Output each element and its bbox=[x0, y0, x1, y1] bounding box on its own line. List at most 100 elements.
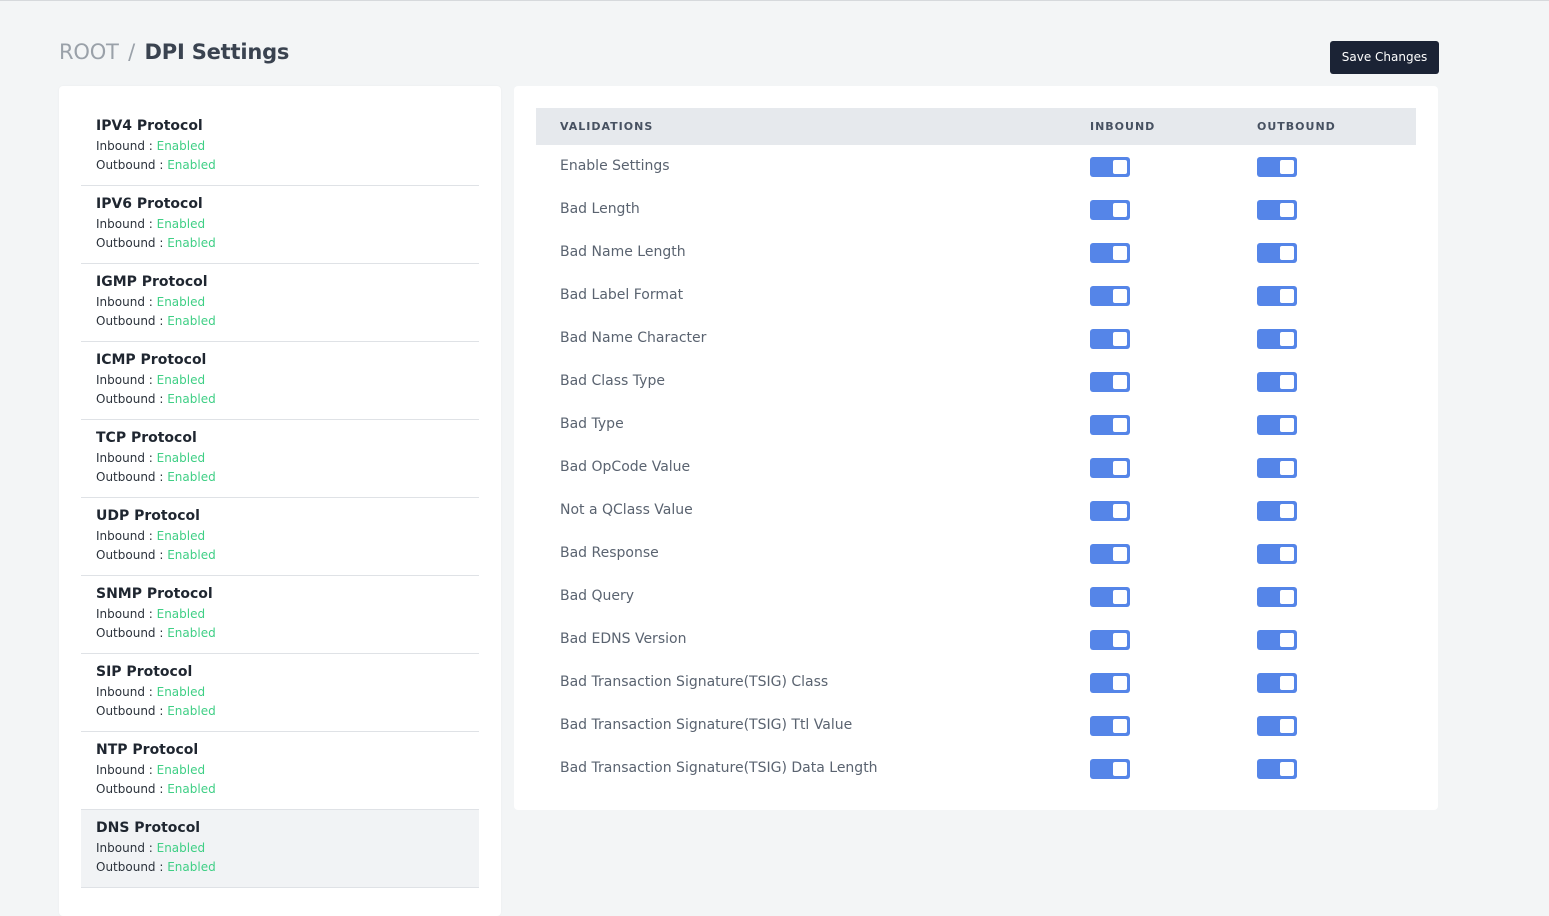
inbound-label: Inbound bbox=[96, 295, 145, 309]
protocol-list: IPV4 Protocol Inbound : Enabled Outbound :… bbox=[81, 108, 479, 888]
protocol-item[interactable]: IGMP Protocol Inbound : Enabled Outbound :… bbox=[81, 264, 479, 342]
protocol-name: IGMP Protocol bbox=[96, 274, 208, 290]
validation-label: Bad OpCode Value bbox=[560, 459, 691, 475]
label-colon: : bbox=[155, 626, 168, 640]
protocol-item[interactable]: SNMP Protocol Inbound : Enabled Outbound :… bbox=[81, 576, 479, 654]
protocol-name: ICMP Protocol bbox=[96, 352, 207, 368]
toggle-knob bbox=[1113, 633, 1127, 647]
outbound-status: Enabled bbox=[167, 704, 216, 718]
protocol-outbound-line: Outbound : Enabled bbox=[96, 390, 479, 409]
outbound-toggle[interactable] bbox=[1257, 673, 1297, 693]
toggle-knob bbox=[1113, 289, 1127, 303]
inbound-status: Enabled bbox=[156, 139, 206, 153]
toggle-knob bbox=[1280, 762, 1294, 776]
outbound-toggle[interactable] bbox=[1257, 544, 1297, 564]
inbound-toggle[interactable] bbox=[1090, 501, 1130, 521]
inbound-label: Inbound bbox=[96, 451, 145, 465]
label-colon: : bbox=[144, 451, 157, 465]
validation-row: Bad Name Length bbox=[536, 231, 1416, 274]
inbound-toggle[interactable] bbox=[1090, 759, 1130, 779]
toggle-knob bbox=[1113, 375, 1127, 389]
outbound-toggle[interactable] bbox=[1257, 716, 1297, 736]
toggle-knob bbox=[1113, 418, 1127, 432]
protocol-name: IPV6 Protocol bbox=[96, 196, 203, 212]
label-colon: : bbox=[144, 607, 157, 621]
protocol-outbound-line: Outbound : Enabled bbox=[96, 780, 479, 799]
label-colon: : bbox=[144, 217, 157, 231]
inbound-toggle[interactable] bbox=[1090, 286, 1130, 306]
inbound-toggle[interactable] bbox=[1090, 458, 1130, 478]
outbound-toggle[interactable] bbox=[1257, 243, 1297, 263]
protocol-item[interactable]: TCP Protocol Inbound : Enabled Outbound : … bbox=[81, 420, 479, 498]
toggle-knob bbox=[1280, 203, 1294, 217]
outbound-toggle[interactable] bbox=[1257, 372, 1297, 392]
protocol-outbound-line: Outbound : Enabled bbox=[96, 156, 479, 175]
outbound-toggle[interactable] bbox=[1257, 286, 1297, 306]
inbound-toggle[interactable] bbox=[1090, 415, 1130, 435]
validation-label: Bad Response bbox=[560, 545, 659, 561]
outbound-status: Enabled bbox=[167, 548, 216, 562]
column-header-outbound: OUTBOUND bbox=[1257, 120, 1336, 133]
inbound-toggle[interactable] bbox=[1090, 329, 1130, 349]
inbound-toggle[interactable] bbox=[1090, 587, 1130, 607]
inbound-status: Enabled bbox=[156, 607, 206, 621]
protocol-outbound-line: Outbound : Enabled bbox=[96, 468, 479, 487]
outbound-toggle[interactable] bbox=[1257, 415, 1297, 435]
label-colon: : bbox=[155, 470, 168, 484]
outbound-toggle[interactable] bbox=[1257, 501, 1297, 521]
breadcrumb: ROOT / DPI Settings bbox=[59, 38, 289, 66]
label-colon: : bbox=[155, 236, 168, 250]
top-divider bbox=[0, 0, 1549, 1]
validation-row: Bad Query bbox=[536, 575, 1416, 618]
inbound-toggle[interactable] bbox=[1090, 716, 1130, 736]
outbound-toggle[interactable] bbox=[1257, 759, 1297, 779]
validation-label: Bad Name Character bbox=[560, 330, 707, 346]
validation-row: Bad Response bbox=[536, 532, 1416, 575]
inbound-toggle[interactable] bbox=[1090, 673, 1130, 693]
outbound-status: Enabled bbox=[167, 470, 216, 484]
protocol-item[interactable]: IPV4 Protocol Inbound : Enabled Outbound :… bbox=[81, 108, 479, 186]
inbound-toggle[interactable] bbox=[1090, 157, 1130, 177]
protocol-item[interactable]: SIP Protocol Inbound : Enabled Outbound : … bbox=[81, 654, 479, 732]
toggle-knob bbox=[1280, 418, 1294, 432]
protocol-name: SIP Protocol bbox=[96, 664, 193, 680]
protocol-item[interactable]: DNS Protocol Inbound : Enabled Outbound : … bbox=[81, 810, 479, 888]
protocol-item[interactable]: NTP Protocol Inbound : Enabled Outbound : … bbox=[81, 732, 479, 810]
inbound-toggle[interactable] bbox=[1090, 243, 1130, 263]
label-colon: : bbox=[144, 529, 157, 543]
outbound-toggle[interactable] bbox=[1257, 587, 1297, 607]
protocol-item[interactable]: UDP Protocol Inbound : Enabled Outbound : … bbox=[81, 498, 479, 576]
toggle-knob bbox=[1113, 719, 1127, 733]
inbound-toggle[interactable] bbox=[1090, 544, 1130, 564]
validation-row: Bad Type bbox=[536, 403, 1416, 446]
inbound-label: Inbound bbox=[96, 529, 145, 543]
validation-label: Bad Transaction Signature(TSIG) Class bbox=[560, 674, 829, 690]
protocol-panel: IPV4 Protocol Inbound : Enabled Outbound :… bbox=[59, 86, 501, 916]
inbound-toggle[interactable] bbox=[1090, 200, 1130, 220]
toggle-knob bbox=[1113, 160, 1127, 174]
outbound-toggle[interactable] bbox=[1257, 630, 1297, 650]
outbound-toggle[interactable] bbox=[1257, 157, 1297, 177]
breadcrumb-root[interactable]: ROOT bbox=[59, 40, 119, 64]
protocol-name: TCP Protocol bbox=[96, 430, 197, 446]
outbound-toggle[interactable] bbox=[1257, 329, 1297, 349]
outbound-toggle[interactable] bbox=[1257, 458, 1297, 478]
inbound-label: Inbound bbox=[96, 763, 145, 777]
inbound-toggle[interactable] bbox=[1090, 630, 1130, 650]
protocol-item[interactable]: IPV6 Protocol Inbound : Enabled Outbound :… bbox=[81, 186, 479, 264]
inbound-label: Inbound bbox=[96, 373, 145, 387]
toggle-knob bbox=[1280, 676, 1294, 690]
validation-row: Bad OpCode Value bbox=[536, 446, 1416, 489]
save-changes-button[interactable]: Save Changes bbox=[1330, 41, 1439, 74]
outbound-label: Outbound bbox=[96, 782, 156, 796]
toggle-knob bbox=[1280, 590, 1294, 604]
protocol-item[interactable]: ICMP Protocol Inbound : Enabled Outbound :… bbox=[81, 342, 479, 420]
inbound-toggle[interactable] bbox=[1090, 372, 1130, 392]
label-colon: : bbox=[144, 295, 157, 309]
inbound-status: Enabled bbox=[156, 217, 206, 231]
validation-label: Bad Transaction Signature(TSIG) Ttl Valu… bbox=[560, 717, 853, 733]
toggle-knob bbox=[1113, 590, 1127, 604]
outbound-toggle[interactable] bbox=[1257, 200, 1297, 220]
validations-panel: VALIDATIONS INBOUND OUTBOUND Enable Sett… bbox=[514, 86, 1438, 810]
protocol-inbound-line: Inbound : Enabled bbox=[96, 371, 479, 390]
